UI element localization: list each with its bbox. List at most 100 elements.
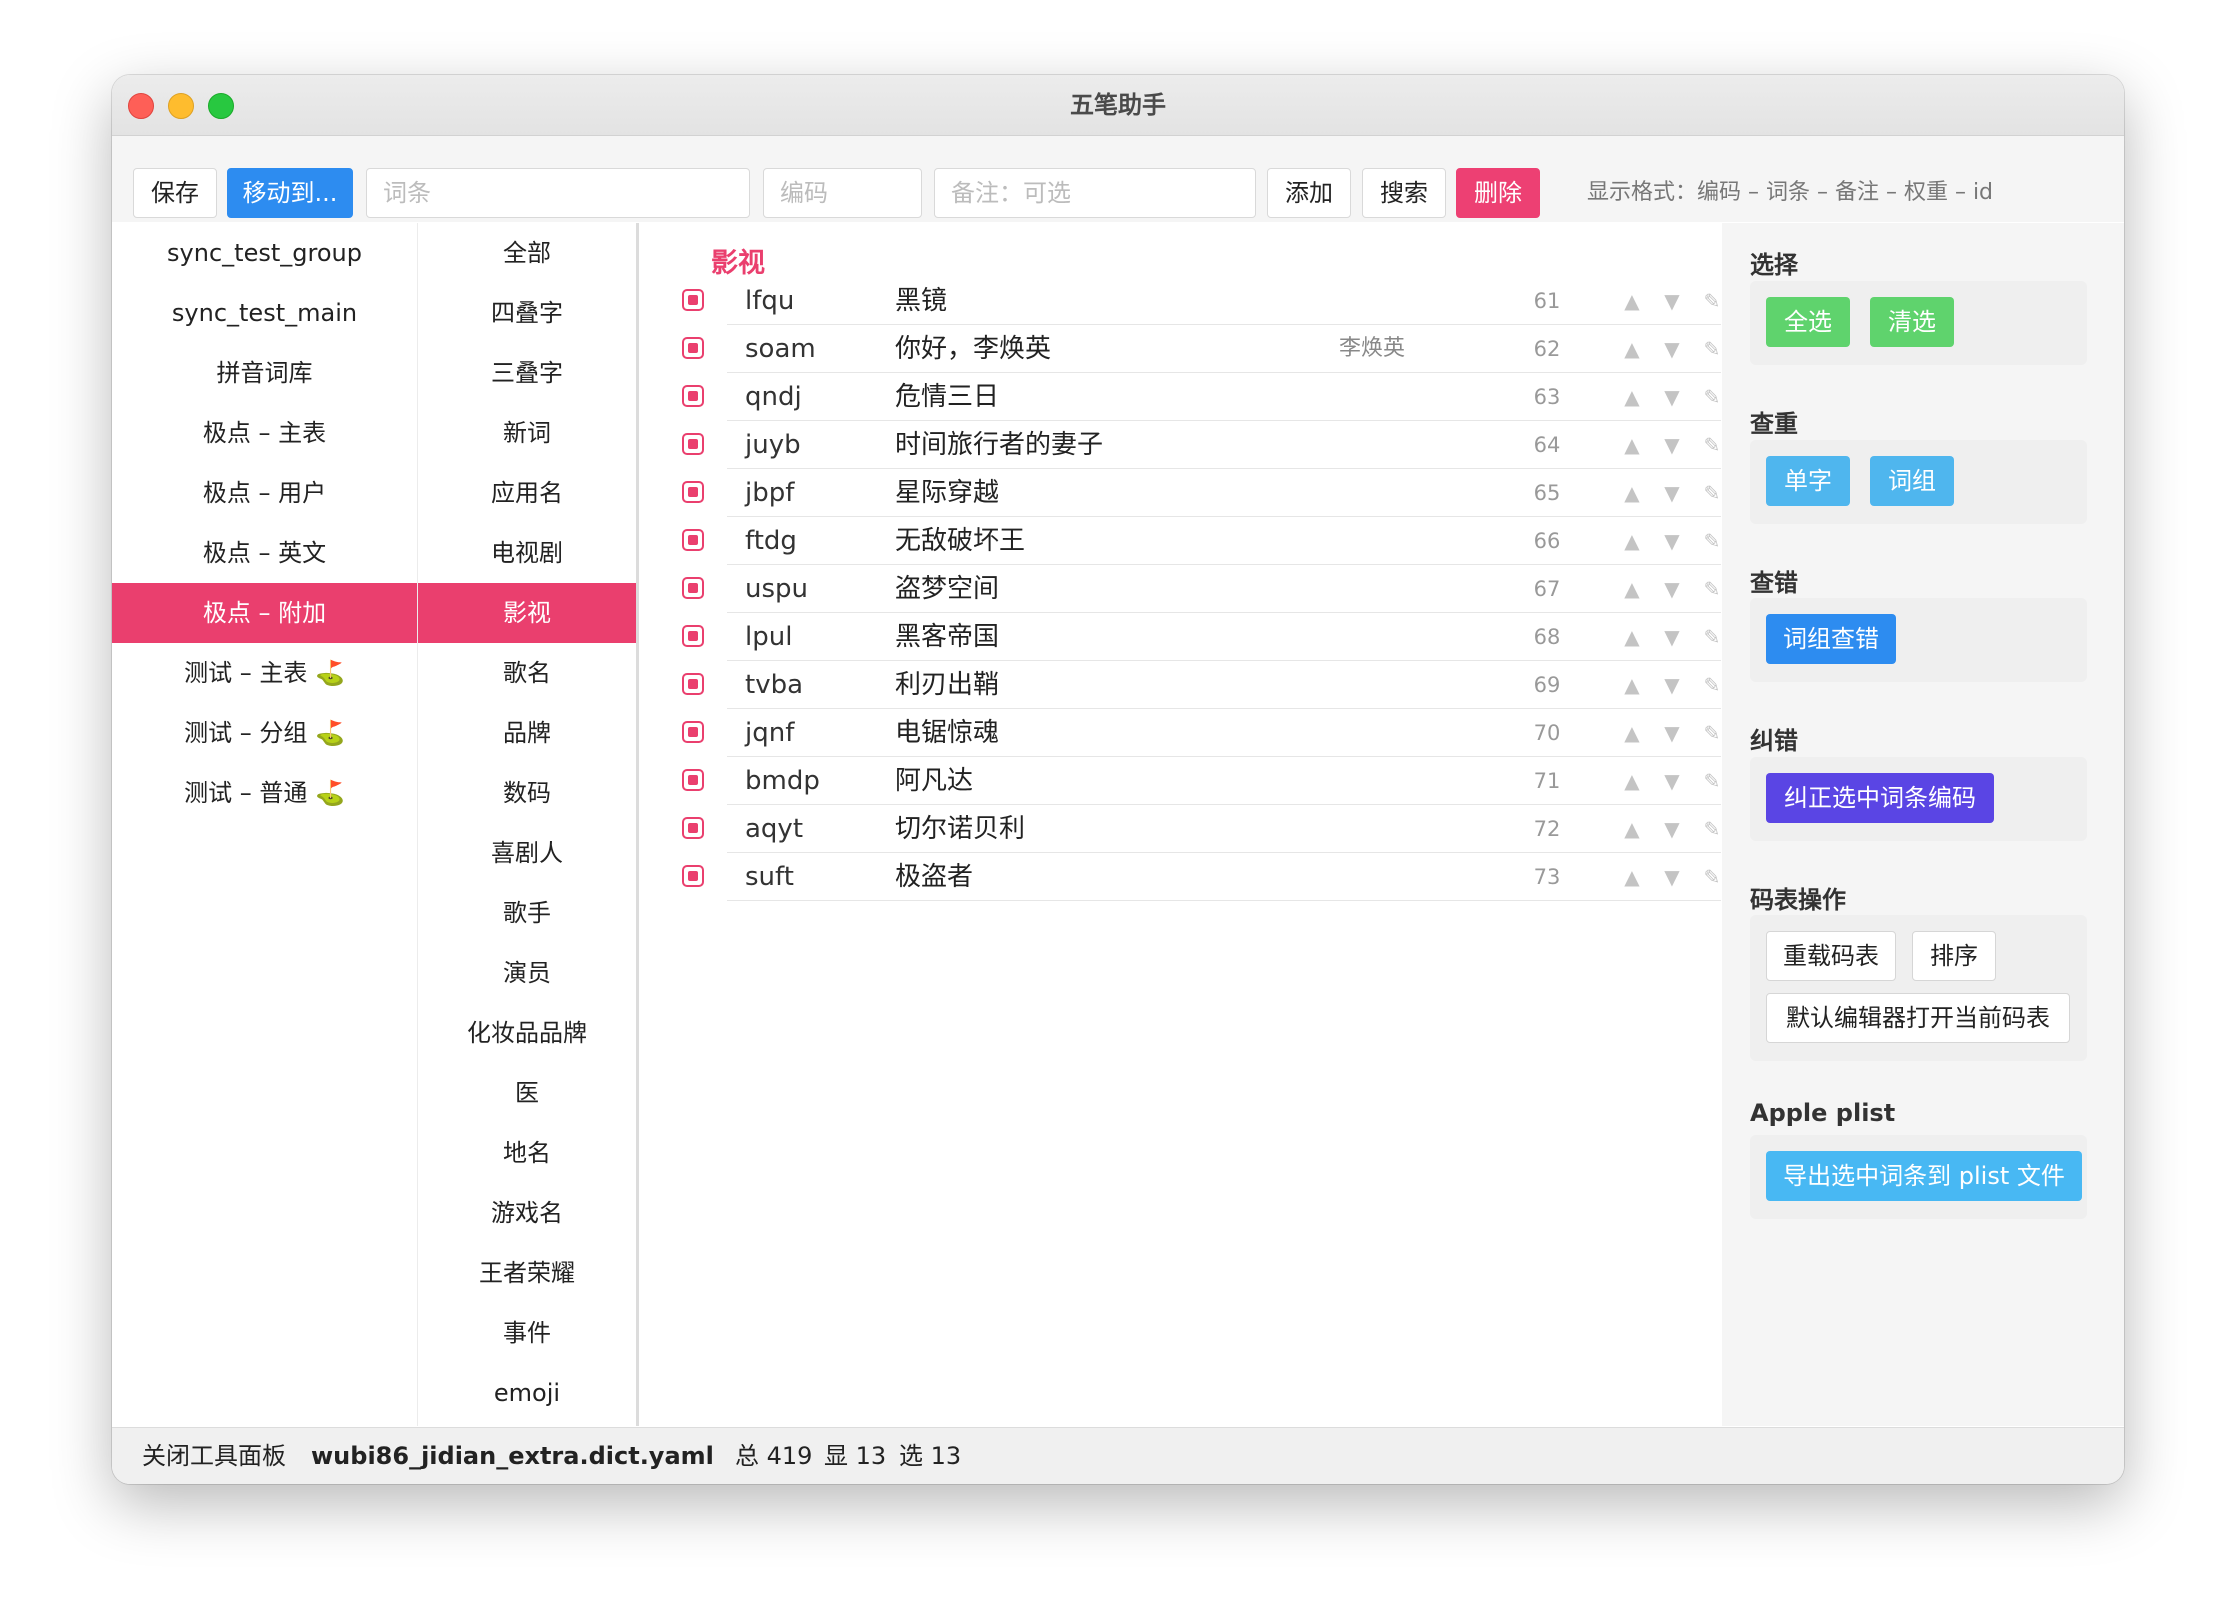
- word-input[interactable]: [366, 168, 750, 218]
- edit-icon[interactable]: ✎: [1700, 853, 1724, 901]
- move-down-icon[interactable]: ▼: [1660, 565, 1684, 613]
- search-button[interactable]: 搜索: [1362, 168, 1446, 218]
- word-row[interactable]: jqnf电锯惊魂70▲▼✎✕: [639, 709, 1760, 757]
- dict-item[interactable]: 极点 – 英文: [112, 523, 417, 583]
- dedupe-phrase-button[interactable]: 词组: [1870, 456, 1954, 506]
- category-item[interactable]: 喜剧人: [418, 823, 636, 883]
- row-checkbox[interactable]: [682, 769, 704, 791]
- move-down-icon[interactable]: ▼: [1660, 613, 1684, 661]
- move-up-icon[interactable]: ▲: [1620, 373, 1644, 421]
- move-up-icon[interactable]: ▲: [1620, 853, 1644, 901]
- move-up-icon[interactable]: ▲: [1620, 757, 1644, 805]
- move-down-icon[interactable]: ▼: [1660, 709, 1684, 757]
- add-button[interactable]: 添加: [1267, 168, 1351, 218]
- category-item[interactable]: 品牌: [418, 703, 636, 763]
- move-down-icon[interactable]: ▼: [1660, 277, 1684, 325]
- edit-icon[interactable]: ✎: [1700, 709, 1724, 757]
- row-checkbox[interactable]: [682, 625, 704, 647]
- row-checkbox[interactable]: [682, 289, 704, 311]
- dict-item[interactable]: sync_test_group: [112, 223, 417, 283]
- row-checkbox[interactable]: [682, 385, 704, 407]
- dict-item[interactable]: 测试 – 分组 ⛳: [112, 703, 417, 763]
- word-row[interactable]: lpul黑客帝国68▲▼✎✕: [639, 613, 1760, 661]
- dict-item-active[interactable]: 极点 – 附加: [112, 583, 417, 643]
- category-item[interactable]: 医: [418, 1063, 636, 1123]
- dict-item[interactable]: 极点 – 用户: [112, 463, 417, 523]
- reload-dict-button[interactable]: 重载码表: [1766, 931, 1896, 981]
- dict-item[interactable]: 极点 – 主表: [112, 403, 417, 463]
- sort-button[interactable]: 排序: [1912, 931, 1996, 981]
- row-checkbox[interactable]: [682, 577, 704, 599]
- save-button[interactable]: 保存: [133, 168, 217, 218]
- move-up-icon[interactable]: ▲: [1620, 277, 1644, 325]
- row-checkbox[interactable]: [682, 865, 704, 887]
- word-row[interactable]: bmdp阿凡达71▲▼✎✕: [639, 757, 1760, 805]
- edit-icon[interactable]: ✎: [1700, 277, 1724, 325]
- delete-button[interactable]: 删除: [1456, 168, 1540, 218]
- edit-icon[interactable]: ✎: [1700, 757, 1724, 805]
- row-checkbox[interactable]: [682, 817, 704, 839]
- edit-icon[interactable]: ✎: [1700, 661, 1724, 709]
- edit-icon[interactable]: ✎: [1700, 469, 1724, 517]
- category-item[interactable]: 三叠字: [418, 343, 636, 403]
- word-row[interactable]: lfqu黑镜61▲▼✎✕: [639, 277, 1760, 325]
- move-up-icon[interactable]: ▲: [1620, 805, 1644, 853]
- move-up-icon[interactable]: ▲: [1620, 421, 1644, 469]
- edit-icon[interactable]: ✎: [1700, 373, 1724, 421]
- move-down-icon[interactable]: ▼: [1660, 853, 1684, 901]
- row-checkbox[interactable]: [682, 529, 704, 551]
- category-item[interactable]: 数码: [418, 763, 636, 823]
- row-checkbox[interactable]: [682, 673, 704, 695]
- move-up-icon[interactable]: ▲: [1620, 709, 1644, 757]
- dedupe-single-button[interactable]: 单字: [1766, 456, 1850, 506]
- category-item-active[interactable]: 影视: [418, 583, 636, 643]
- category-item[interactable]: 歌名: [418, 643, 636, 703]
- move-down-icon[interactable]: ▼: [1660, 325, 1684, 373]
- category-item[interactable]: 四叠字: [418, 283, 636, 343]
- category-item[interactable]: 化妆品品牌: [418, 1003, 636, 1063]
- edit-icon[interactable]: ✎: [1700, 517, 1724, 565]
- word-row[interactable]: suft极盗者73▲▼✎✕: [639, 853, 1760, 901]
- open-in-editor-button[interactable]: 默认编辑器打开当前码表: [1766, 993, 2070, 1043]
- close-panel-button[interactable]: 关闭工具面板: [142, 1428, 286, 1484]
- row-checkbox[interactable]: [682, 481, 704, 503]
- move-up-icon[interactable]: ▲: [1620, 613, 1644, 661]
- word-row[interactable]: qndj危情三日63▲▼✎✕: [639, 373, 1760, 421]
- category-item[interactable]: 事件: [418, 1303, 636, 1363]
- row-checkbox[interactable]: [682, 337, 704, 359]
- word-row[interactable]: juyb时间旅行者的妻子64▲▼✎✕: [639, 421, 1760, 469]
- select-all-button[interactable]: 全选: [1766, 297, 1850, 347]
- dict-item[interactable]: 测试 – 主表 ⛳: [112, 643, 417, 703]
- category-item[interactable]: 电视剧: [418, 523, 636, 583]
- move-down-icon[interactable]: ▼: [1660, 373, 1684, 421]
- move-to-button[interactable]: 移动到...: [227, 168, 353, 218]
- category-item[interactable]: 新词: [418, 403, 636, 463]
- word-row[interactable]: soam你好，李焕英李焕英62▲▼✎✕: [639, 325, 1760, 373]
- category-item[interactable]: 应用名: [418, 463, 636, 523]
- dict-item[interactable]: sync_test_main: [112, 283, 417, 343]
- move-down-icon[interactable]: ▼: [1660, 469, 1684, 517]
- move-up-icon[interactable]: ▲: [1620, 469, 1644, 517]
- word-row[interactable]: tvba利刃出鞘69▲▼✎✕: [639, 661, 1760, 709]
- category-item[interactable]: 歌手: [418, 883, 636, 943]
- move-down-icon[interactable]: ▼: [1660, 661, 1684, 709]
- move-up-icon[interactable]: ▲: [1620, 661, 1644, 709]
- word-row[interactable]: ftdg无敌破坏王66▲▼✎✕: [639, 517, 1760, 565]
- category-item[interactable]: emoji: [418, 1363, 636, 1423]
- move-up-icon[interactable]: ▲: [1620, 565, 1644, 613]
- move-up-icon[interactable]: ▲: [1620, 325, 1644, 373]
- category-item[interactable]: 全部: [418, 223, 636, 283]
- row-checkbox[interactable]: [682, 721, 704, 743]
- fix-selected-button[interactable]: 纠正选中词条编码: [1766, 773, 1994, 823]
- dict-item[interactable]: 测试 – 普通 ⛳: [112, 763, 417, 823]
- export-plist-button[interactable]: 导出选中词条到 plist 文件: [1766, 1151, 2082, 1201]
- category-item[interactable]: 演员: [418, 943, 636, 1003]
- note-input[interactable]: [934, 168, 1256, 218]
- edit-icon[interactable]: ✎: [1700, 421, 1724, 469]
- row-checkbox[interactable]: [682, 433, 704, 455]
- dict-item[interactable]: 拼音词库: [112, 343, 417, 403]
- move-down-icon[interactable]: ▼: [1660, 517, 1684, 565]
- category-item[interactable]: 王者荣耀: [418, 1243, 636, 1303]
- word-row[interactable]: uspu盗梦空间67▲▼✎✕: [639, 565, 1760, 613]
- edit-icon[interactable]: ✎: [1700, 805, 1724, 853]
